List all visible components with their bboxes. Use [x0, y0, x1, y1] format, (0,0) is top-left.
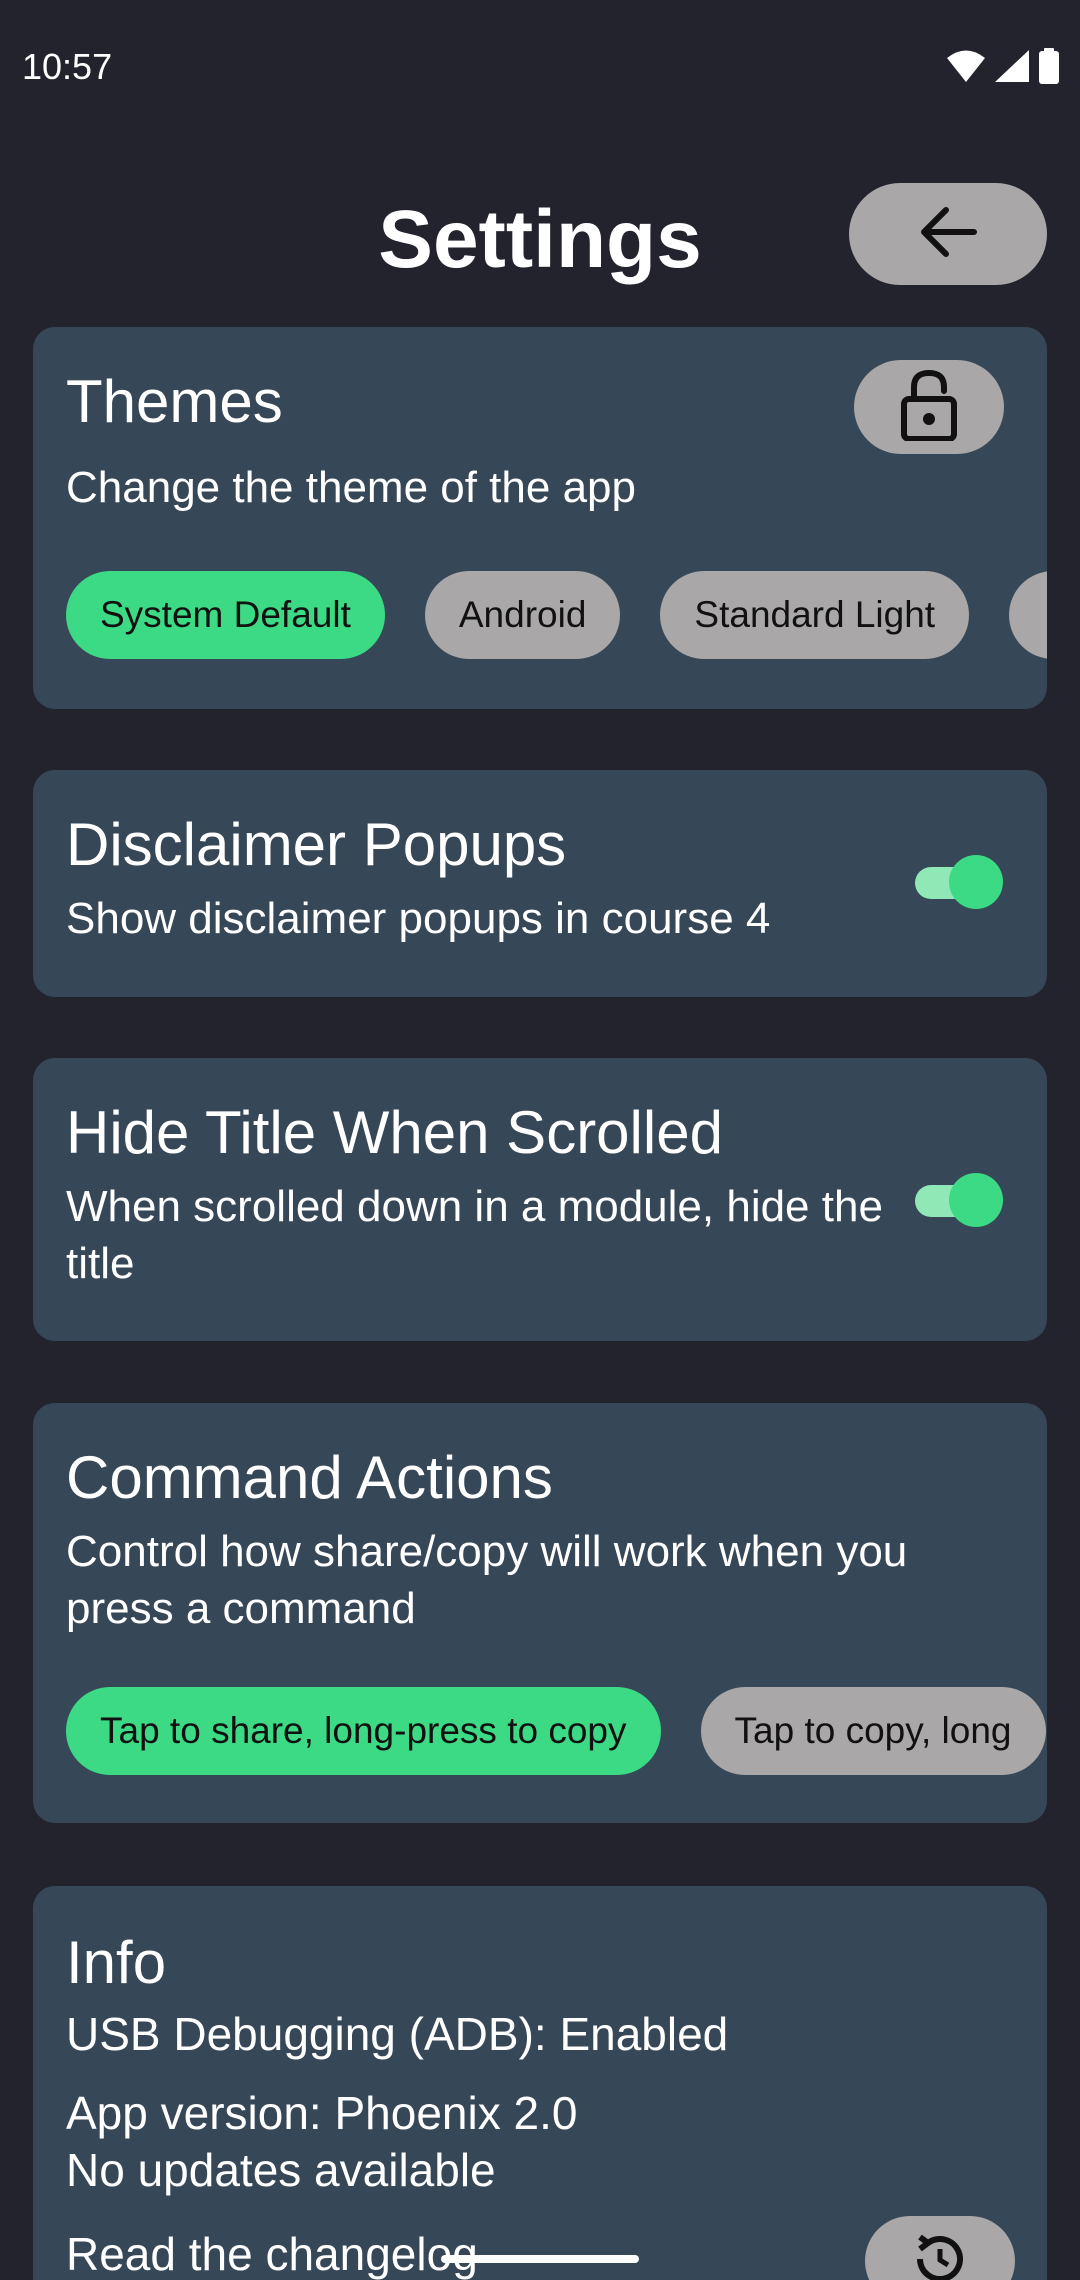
- disclaimer-title: Disclaimer Popups: [66, 811, 567, 878]
- back-button[interactable]: [849, 183, 1047, 285]
- hide-title-description: When scrolled down in a module, hide the…: [66, 1182, 883, 1288]
- themes-description: Change the theme of the app: [66, 463, 636, 512]
- toggle-thumb: [949, 1173, 1003, 1227]
- hide-title-toggle[interactable]: [915, 1170, 1005, 1230]
- theme-chip-row: System Default Android Standard Light: [66, 571, 1047, 659]
- hide-title-title: Hide Title When Scrolled: [66, 1099, 723, 1166]
- themes-title: Themes: [66, 368, 283, 435]
- hide-title-card: Hide Title When Scrolled When scrolled d…: [33, 1058, 1047, 1341]
- disclaimer-description: Show disclaimer popups in course 4: [66, 894, 771, 943]
- command-actions-description: Control how share/copy will work when yo…: [66, 1527, 908, 1633]
- command-chip-tap-to-share[interactable]: Tap to share, long-press to copy: [66, 1687, 661, 1775]
- command-actions-title: Command Actions: [66, 1444, 553, 1511]
- command-chip-row: Tap to share, long-press to copy Tap to …: [66, 1687, 1046, 1775]
- theme-lock-button[interactable]: [854, 360, 1004, 454]
- disclaimer-toggle[interactable]: [915, 852, 1005, 912]
- disclaimer-card: Disclaimer Popups Show disclaimer popups…: [33, 770, 1047, 997]
- check-updates-button[interactable]: [865, 2216, 1015, 2280]
- adb-status: USB Debugging (ADB): Enabled: [66, 2008, 729, 2060]
- status-icons: [946, 48, 1060, 89]
- theme-chip-android[interactable]: Android: [424, 571, 621, 659]
- theme-chip-standard-light[interactable]: Standard Light: [660, 571, 970, 659]
- toggle-thumb: [949, 855, 1003, 909]
- theme-chip-system-default[interactable]: System Default: [66, 571, 385, 659]
- info-title: Info: [66, 1929, 167, 1996]
- info-card: Info USB Debugging (ADB): Enabled App ve…: [33, 1886, 1047, 2280]
- history-icon: [908, 2227, 972, 2280]
- arrow-left-icon: [918, 204, 978, 265]
- home-indicator[interactable]: [441, 2255, 639, 2263]
- command-chip-tap-to-copy[interactable]: Tap to copy, long: [700, 1687, 1046, 1775]
- battery-icon: [1038, 48, 1060, 89]
- app-version: App version: Phoenix 2.0: [66, 2087, 578, 2139]
- changelog-link[interactable]: Read the changelog: [66, 2226, 478, 2280]
- signal-icon: [994, 49, 1030, 88]
- update-status: No updates available: [66, 2144, 496, 2196]
- theme-chip-more[interactable]: [1009, 571, 1047, 659]
- command-actions-card: Command Actions Control how share/copy w…: [33, 1403, 1047, 1823]
- status-bar: 10:57: [0, 0, 1080, 130]
- wifi-icon: [946, 49, 986, 88]
- settings-screen: 10:57 Settings Themes Change the theme o…: [0, 0, 1080, 2280]
- themes-card: Themes Change the theme of the app Syste…: [33, 327, 1047, 709]
- status-time: 10:57: [22, 46, 113, 87]
- lock-open-icon: [900, 369, 958, 446]
